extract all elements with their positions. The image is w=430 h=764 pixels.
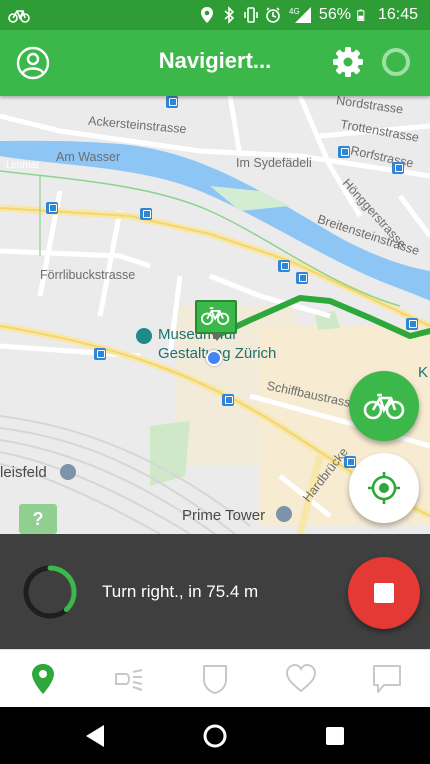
status-time: 16:45 xyxy=(377,6,418,23)
shield-icon xyxy=(203,665,227,695)
bicycle-icon xyxy=(363,393,405,420)
place-pin-icon xyxy=(276,506,292,522)
tab-light[interactable] xyxy=(112,662,146,696)
poi-k-label: K xyxy=(418,364,429,381)
transit-stop-icon xyxy=(296,272,308,284)
route-progress-ring xyxy=(23,565,77,619)
street-label: Am Wasser xyxy=(56,150,121,164)
location-pin-icon xyxy=(200,7,213,23)
tab-shield[interactable] xyxy=(198,662,232,696)
bike-mode-button[interactable] xyxy=(349,371,419,441)
bicycle-icon xyxy=(8,10,30,23)
map-pin-icon xyxy=(32,664,54,694)
heart-icon xyxy=(285,663,317,693)
transit-stop-icon xyxy=(140,208,152,220)
transit-stop-icon xyxy=(46,202,58,214)
app-bar: Navigiert... xyxy=(0,30,430,96)
chat-bubble-icon xyxy=(373,665,401,693)
bottom-tab-bar xyxy=(0,649,430,707)
transit-stop-icon xyxy=(222,394,234,406)
network-4g-icon: 4G xyxy=(289,7,311,23)
bicycle-icon xyxy=(201,307,230,325)
transit-stop-icon xyxy=(94,348,106,360)
transit-stop-icon xyxy=(166,96,178,108)
map-view[interactable]: Ackersteinstrasse Am Wasser Im Sydefädel… xyxy=(0,96,430,534)
status-bar: 4G 56% 16:45 xyxy=(0,0,430,30)
current-location-dot xyxy=(206,350,222,366)
stop-icon xyxy=(374,583,394,603)
transit-stop-icon xyxy=(338,146,350,158)
poi-prime-tower: Prime Tower xyxy=(182,507,266,524)
alarm-icon xyxy=(266,7,280,23)
vibrate-icon xyxy=(244,7,258,23)
battery-icon xyxy=(357,9,365,21)
locate-me-button[interactable] xyxy=(349,453,419,523)
home-icon[interactable] xyxy=(202,723,228,749)
crosshair-locate-icon xyxy=(368,472,400,504)
street-label: Im Sydefädeli xyxy=(236,156,312,170)
sync-ring-icon[interactable] xyxy=(380,46,412,78)
svg-text:4G: 4G xyxy=(289,7,300,16)
transit-stop-icon xyxy=(406,318,418,330)
tab-favorites[interactable] xyxy=(284,662,318,696)
system-navigation-bar xyxy=(0,707,430,764)
tab-messages[interactable] xyxy=(370,662,404,696)
tab-map[interactable] xyxy=(26,662,60,696)
transit-stop-icon xyxy=(278,260,290,272)
gear-icon[interactable] xyxy=(332,46,364,78)
street-label: Förrlibuckstrasse xyxy=(40,268,136,282)
transit-stop-icon xyxy=(392,162,404,174)
stop-navigation-button[interactable] xyxy=(348,557,420,629)
bluetooth-icon xyxy=(224,6,235,24)
back-icon[interactable] xyxy=(82,723,108,749)
museum-icon xyxy=(136,328,152,344)
river-label: Limmat xyxy=(6,160,39,171)
recents-icon[interactable] xyxy=(322,723,348,749)
route-start-marker[interactable] xyxy=(195,300,237,341)
page-title: Navigiert... xyxy=(158,48,272,73)
place-pin-icon xyxy=(60,464,76,480)
navigation-panel: Turn right., in 75.4 m xyxy=(0,534,430,649)
turn-instruction: Turn right., in 75.4 m xyxy=(102,582,259,601)
battery-percent: 56% xyxy=(318,6,351,23)
bike-light-icon xyxy=(115,669,143,691)
map-help-marker[interactable]: ? xyxy=(19,504,57,534)
poi-leisfeld: leisfeld xyxy=(0,464,47,481)
